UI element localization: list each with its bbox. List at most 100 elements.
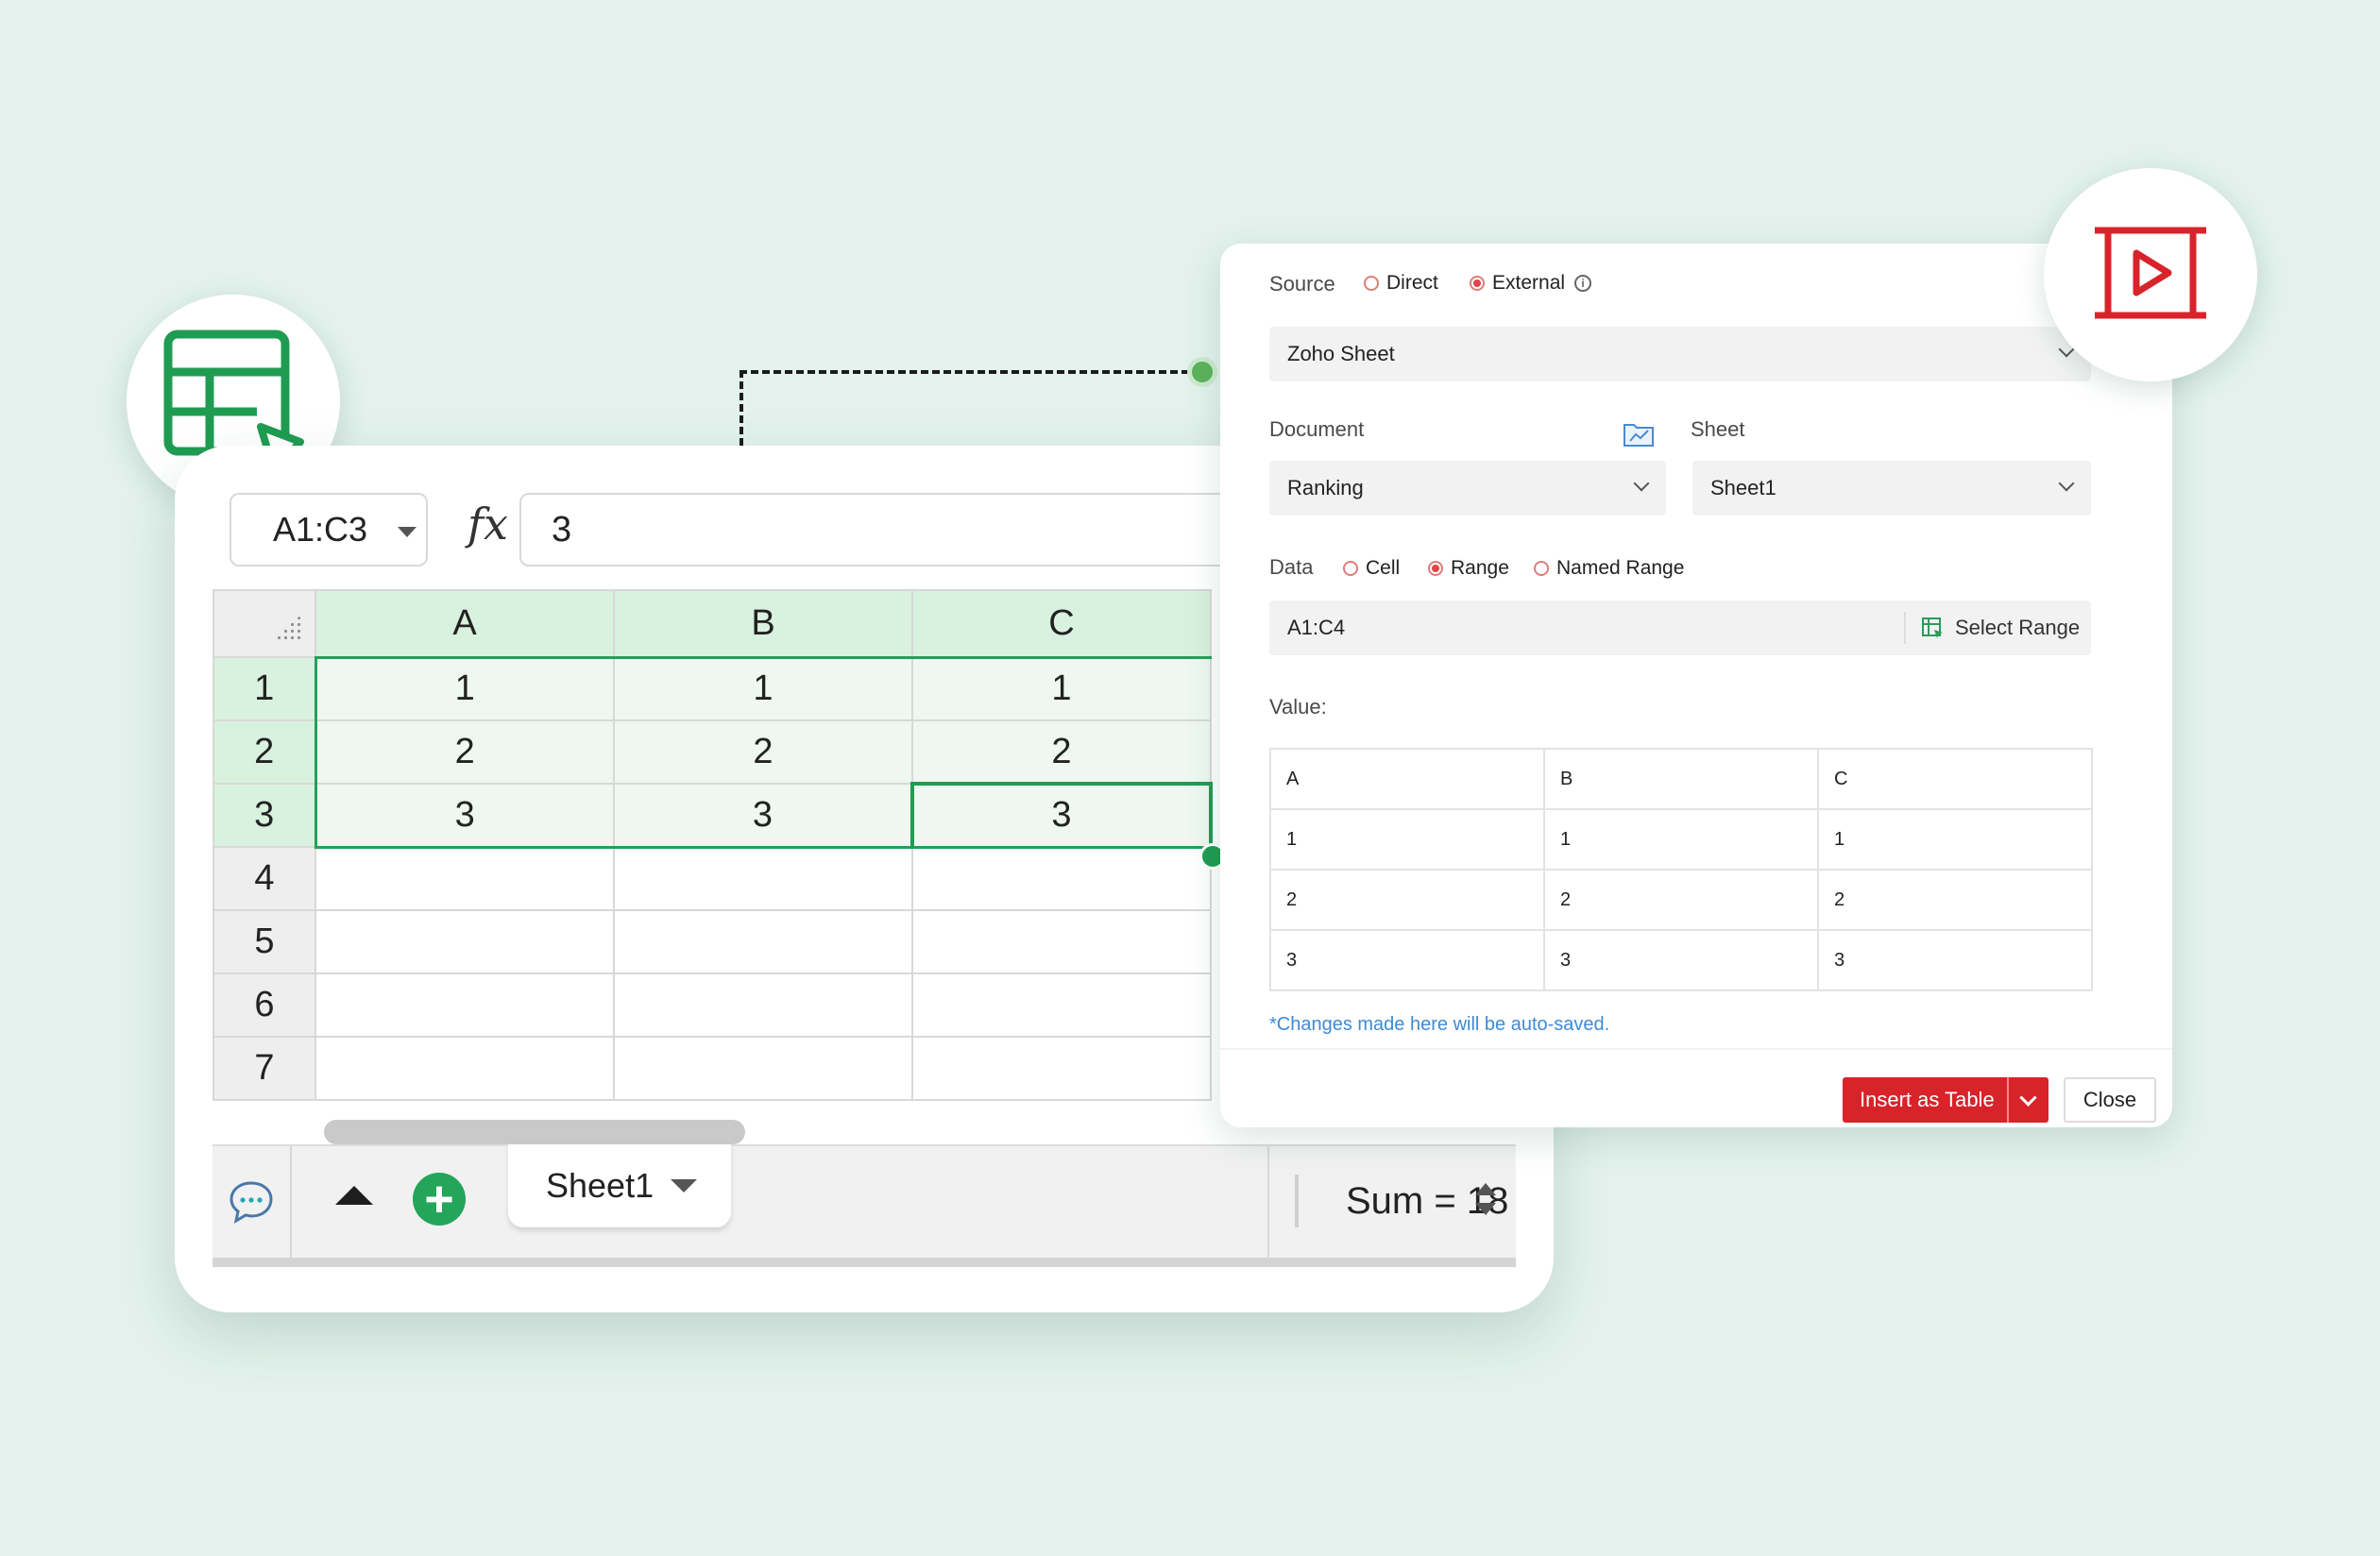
add-sheet-button[interactable]: +	[413, 1173, 466, 1226]
chat-bubble-icon	[230, 1181, 273, 1225]
cell-a3[interactable]: 3	[314, 783, 615, 849]
cell-a7[interactable]	[314, 1036, 615, 1101]
up-down-arrows-icon	[1475, 1183, 1496, 1215]
insert-button-label: Insert as Table	[1860, 1088, 1995, 1111]
range-value: A1:C4	[1287, 616, 1346, 639]
radio-dot-selected[interactable]	[1470, 276, 1485, 291]
chevron-down-icon[interactable]	[398, 527, 416, 537]
chat-button[interactable]	[212, 1146, 292, 1258]
cell-c1[interactable]: 1	[911, 655, 1212, 721]
sheet-list-button[interactable]	[335, 1184, 373, 1211]
cell-b3[interactable]: 3	[613, 783, 913, 849]
table-cell: 2	[1269, 869, 1545, 931]
cell-c5[interactable]	[911, 909, 1212, 974]
chevron-down-icon[interactable]	[671, 1179, 698, 1192]
plus-circle-icon: +	[424, 1171, 454, 1227]
document-dropdown[interactable]: Ranking	[1269, 461, 1666, 516]
sheet-dropdown[interactable]: Sheet1	[1692, 461, 2091, 516]
cell-c2[interactable]: 2	[911, 719, 1212, 785]
embed-media-icon	[2095, 227, 2206, 319]
value-label: Value:	[1269, 695, 1327, 719]
table-cell: 3	[1543, 929, 1819, 991]
source-label: Source	[1269, 272, 1335, 296]
row-header[interactable]: 1	[212, 656, 316, 721]
connector-line	[740, 370, 1200, 374]
cell-b1[interactable]: 1	[613, 655, 913, 721]
cell-c3-active[interactable]: 3	[910, 782, 1213, 849]
browse-folder-button[interactable]	[1623, 419, 1655, 453]
source-app-dropdown[interactable]: Zoho Sheet	[1269, 327, 2091, 381]
insert-external-data-dialog: Source Direct External i Zoho Sheet Docu…	[1220, 244, 2172, 1127]
document-value: Ranking	[1287, 476, 1364, 499]
table-cell: 3	[1269, 929, 1545, 991]
insert-as-table-button[interactable]: Insert as Table	[1843, 1077, 2048, 1123]
divider	[1904, 612, 1906, 644]
info-icon[interactable]: i	[1574, 275, 1592, 292]
name-box-value: A1:C3	[273, 510, 368, 549]
divider	[1220, 1048, 2172, 1050]
table-row: 1 1 1	[1269, 808, 2093, 871]
sheet-tab-label: Sheet1	[546, 1166, 654, 1205]
sheet-tab[interactable]: Sheet1	[508, 1144, 731, 1227]
divider	[1295, 1175, 1299, 1227]
formula-value: 3	[552, 509, 572, 550]
radio-dot[interactable]	[1534, 561, 1549, 576]
cell-a2[interactable]: 2	[314, 719, 615, 785]
table-cell: 1	[1543, 808, 1819, 871]
cell-a5[interactable]	[314, 909, 615, 974]
embed-badge	[2044, 168, 2257, 381]
connector-line-vertical	[740, 370, 743, 446]
fx-label: fx	[468, 499, 508, 550]
cell-b2[interactable]: 2	[613, 719, 913, 785]
radio-external[interactable]: External i	[1470, 272, 1592, 295]
range-input[interactable]: A1:C4 Select Range	[1269, 600, 2091, 655]
table-cell: 1	[1817, 808, 2093, 871]
row-header[interactable]: 4	[212, 846, 316, 911]
autosave-note: *Changes made here will be auto-saved.	[1269, 1014, 1610, 1035]
triangle-up-icon	[335, 1186, 373, 1205]
select-range-icon	[1922, 617, 1943, 638]
sum-toggle[interactable]	[1473, 1180, 1498, 1223]
cell-c6[interactable]	[911, 972, 1212, 1038]
column-header-c[interactable]: C	[911, 589, 1212, 658]
cell-c4[interactable]	[911, 846, 1212, 911]
cell-a1[interactable]: 1	[314, 655, 615, 721]
cell-b7[interactable]	[613, 1036, 913, 1101]
insert-options-dropdown[interactable]	[2006, 1077, 2048, 1123]
folder-chart-icon	[1624, 424, 1654, 447]
cell-b5[interactable]	[613, 909, 913, 974]
cell-b4[interactable]	[613, 846, 913, 911]
radio-cell[interactable]: Cell	[1343, 557, 1400, 580]
radio-dot[interactable]	[1364, 276, 1379, 291]
row-header[interactable]: 2	[212, 719, 316, 785]
row-header[interactable]: 7	[212, 1036, 316, 1101]
close-button[interactable]: Close	[2064, 1077, 2156, 1123]
radio-named-range[interactable]: Named Range	[1534, 557, 1684, 580]
radio-direct[interactable]: Direct	[1364, 272, 1438, 295]
table-row: 3 3 3	[1269, 929, 2093, 991]
radio-range[interactable]: Range	[1428, 557, 1509, 580]
radio-dot-selected[interactable]	[1428, 561, 1443, 576]
value-preview-table: A B C 1 1 1 2 2 2 3 3 3	[1269, 748, 2093, 991]
name-box[interactable]: A1:C3	[230, 493, 428, 567]
sheet-bottom-bar: + Sheet1 Sum = 18	[212, 1144, 1516, 1267]
radio-dot[interactable]	[1343, 561, 1358, 576]
horizontal-scrollbar[interactable]	[324, 1120, 745, 1144]
cell-b6[interactable]	[613, 972, 913, 1038]
row-header[interactable]: 5	[212, 909, 316, 974]
radio-label: External	[1492, 272, 1566, 294]
radio-label: Cell	[1366, 557, 1401, 579]
row-header[interactable]: 3	[212, 783, 316, 848]
column-header-a[interactable]: A	[314, 589, 615, 658]
cell-a6[interactable]	[314, 972, 615, 1038]
table-cell: C	[1817, 748, 2093, 810]
cell-a4[interactable]	[314, 846, 615, 911]
cell-c7[interactable]	[911, 1036, 1212, 1101]
sheet-value: Sheet1	[1710, 476, 1776, 499]
radio-label: Range	[1451, 557, 1509, 579]
row-header[interactable]: 6	[212, 972, 316, 1038]
select-range-button[interactable]: Select Range	[1921, 600, 2080, 655]
select-all-corner[interactable]	[212, 589, 316, 658]
chevron-down-icon	[2058, 475, 2075, 492]
column-header-b[interactable]: B	[613, 589, 913, 658]
